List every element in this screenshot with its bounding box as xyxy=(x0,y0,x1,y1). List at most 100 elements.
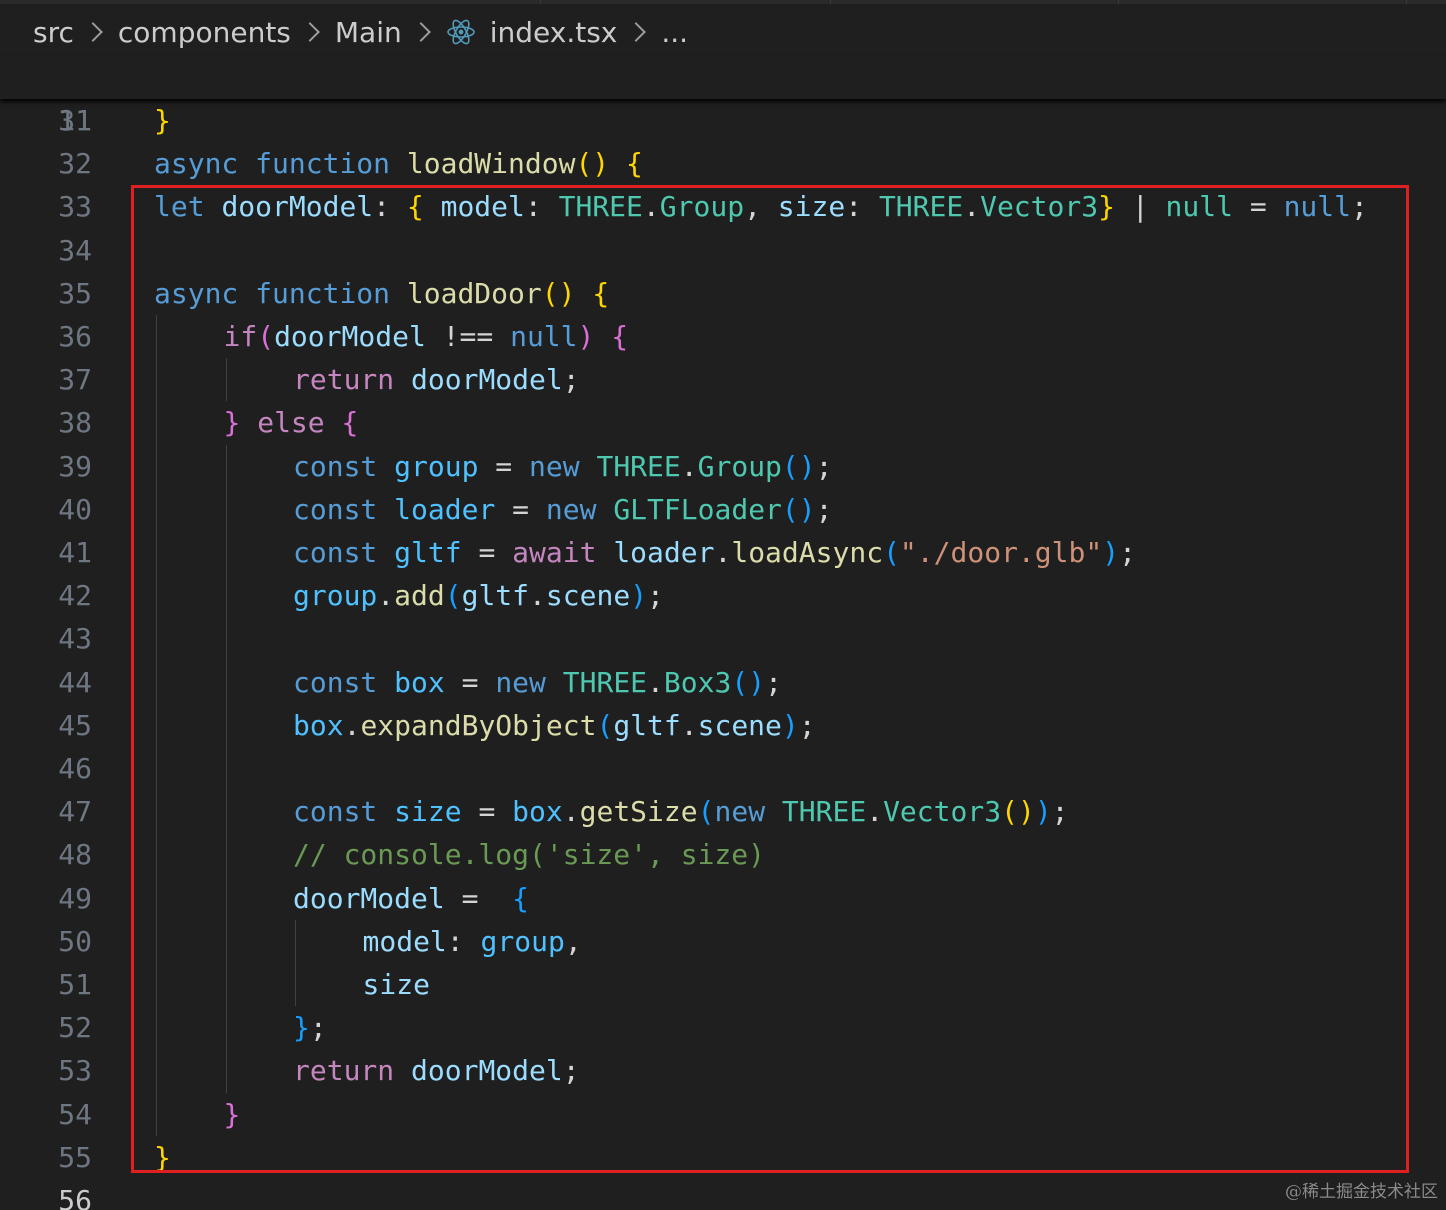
code-token: , xyxy=(564,924,582,958)
code-token: let xyxy=(154,190,205,224)
code-line[interactable]: 45 box.expandByObject(gltf.scene); xyxy=(0,704,1446,747)
line-number: 40 xyxy=(58,492,92,526)
code-token: else xyxy=(257,406,325,440)
code-token: add xyxy=(394,579,445,613)
code-line[interactable]: 39 const group = new THREE.Group(); xyxy=(0,445,1446,488)
code-line[interactable]: 36 if(doorModel !== null) { xyxy=(0,315,1446,358)
chevron-right-icon xyxy=(299,22,320,42)
code-text: doorModel = { xyxy=(293,877,529,920)
chevron-right-icon xyxy=(626,22,647,42)
code-token: } xyxy=(154,1140,171,1174)
code-token: ( xyxy=(697,795,715,829)
sticky-line[interactable]: 11 async function loadWindow() { xyxy=(0,56,1446,180)
code-line[interactable]: 35 async function loadDoor() { xyxy=(0,272,1446,315)
code-token: doorModel xyxy=(411,1054,563,1088)
code-line[interactable]: 41 const gltf = await loader.loadAsync(".… xyxy=(0,531,1446,574)
code-line[interactable]: 44 const box = new THREE.Box3(); xyxy=(0,661,1446,704)
code-token: . xyxy=(963,190,981,224)
code-token: const xyxy=(293,795,378,829)
code-token: Box3 xyxy=(663,665,732,699)
breadcrumb-item-components[interactable]: components xyxy=(118,16,291,49)
line-number: 41 xyxy=(58,536,92,569)
code-line[interactable]: 53 return doorModel; xyxy=(0,1049,1446,1092)
code-line[interactable]: 40 const loader = new GLTFLoader(); xyxy=(0,488,1446,531)
code-token: () xyxy=(541,276,576,310)
code-token: THREE xyxy=(558,190,643,224)
line-number: 49 xyxy=(58,881,92,915)
code-token: { xyxy=(592,276,610,310)
code-token: new xyxy=(495,665,546,699)
code-token: ; xyxy=(1351,190,1368,224)
code-token: Vector3 xyxy=(883,795,1002,829)
code-line[interactable]: 31} xyxy=(0,99,1446,142)
code-line[interactable]: 46 xyxy=(0,747,1446,790)
code-token: loadAsync xyxy=(731,536,884,569)
code-token: expandByObject xyxy=(360,708,597,742)
code-line[interactable]: 52}; xyxy=(0,1006,1446,1049)
code-line[interactable]: 55} xyxy=(0,1136,1446,1179)
code-text: const size = box.getSize(new THREE.Vecto… xyxy=(293,790,1069,833)
indent-guide xyxy=(225,358,227,402)
code-token: . xyxy=(714,536,732,569)
code-token: . xyxy=(343,708,361,742)
code-line[interactable]: 56 xyxy=(0,1179,1446,1210)
code-line[interactable]: 38} else { xyxy=(0,401,1446,444)
code-token: gltf xyxy=(461,579,530,613)
code-token: . xyxy=(647,665,664,699)
code-line[interactable]: 51 size xyxy=(0,963,1446,1006)
code-line[interactable]: 43 xyxy=(0,617,1446,660)
code-token: : xyxy=(524,190,559,224)
code-token: group xyxy=(394,449,479,483)
breadcrumb-item-symbol[interactable]: ... xyxy=(661,16,688,49)
breadcrumb-item-src[interactable]: src xyxy=(33,16,74,49)
code-token: { xyxy=(611,320,629,353)
code-token: ) xyxy=(1034,795,1052,829)
code-token: scene xyxy=(697,708,782,742)
code-token: { xyxy=(626,147,643,180)
line-number: 11 xyxy=(58,104,92,137)
line-number: 50 xyxy=(58,924,92,958)
code-token: ; xyxy=(562,363,580,397)
line-number: 54 xyxy=(58,1097,92,1131)
code-line[interactable]: 33 let doorModel: { model: THREE.Group, s… xyxy=(0,185,1446,228)
breadcrumb: src components Main index.tsx ... xyxy=(33,10,688,54)
code-token: ; xyxy=(309,1011,327,1045)
code-line[interactable]: 34 xyxy=(0,229,1446,272)
code-token: ( xyxy=(883,536,900,569)
code-token: box xyxy=(293,708,344,742)
code-token: . xyxy=(680,449,698,483)
code-line[interactable]: 49 doorModel = { xyxy=(0,877,1446,920)
code-line[interactable]: 54} xyxy=(0,1093,1446,1136)
code-token: : xyxy=(845,190,879,224)
code-line[interactable]: 50 model: group, xyxy=(0,920,1446,963)
code-token: . xyxy=(562,795,580,829)
code-line[interactable]: 37 return doorModel; xyxy=(0,358,1446,401)
line-number: 34 xyxy=(58,233,92,267)
code-token: ) xyxy=(577,320,595,353)
code-text: // console.log('size', size) xyxy=(293,833,765,876)
line-number: 43 xyxy=(58,622,92,656)
code-line[interactable]: 48 // console.log('size', size) xyxy=(0,833,1446,876)
breadcrumb-item-main[interactable]: Main xyxy=(335,16,402,49)
code-text: }; xyxy=(293,1006,327,1049)
code-token: const xyxy=(293,449,378,483)
breadcrumb-item-file[interactable]: index.tsx xyxy=(490,16,618,49)
code-text: const box = new THREE.Box3(); xyxy=(293,661,782,704)
react-icon xyxy=(446,19,475,45)
code-token: = xyxy=(1232,190,1284,224)
sticky-scroll-header[interactable]: 11 async function loadWindow() { xyxy=(0,56,1446,180)
code-token: doorModel xyxy=(411,363,563,397)
code-token: } xyxy=(154,104,171,137)
code-token: gltf xyxy=(394,536,462,569)
code-text: return doorModel; xyxy=(293,1049,580,1092)
code-line[interactable]: 47 const size = box.getSize(new THREE.Vec… xyxy=(0,790,1446,833)
code-line[interactable]: 42 group.add(gltf.scene); xyxy=(0,574,1446,617)
code-token: ( xyxy=(596,708,614,742)
